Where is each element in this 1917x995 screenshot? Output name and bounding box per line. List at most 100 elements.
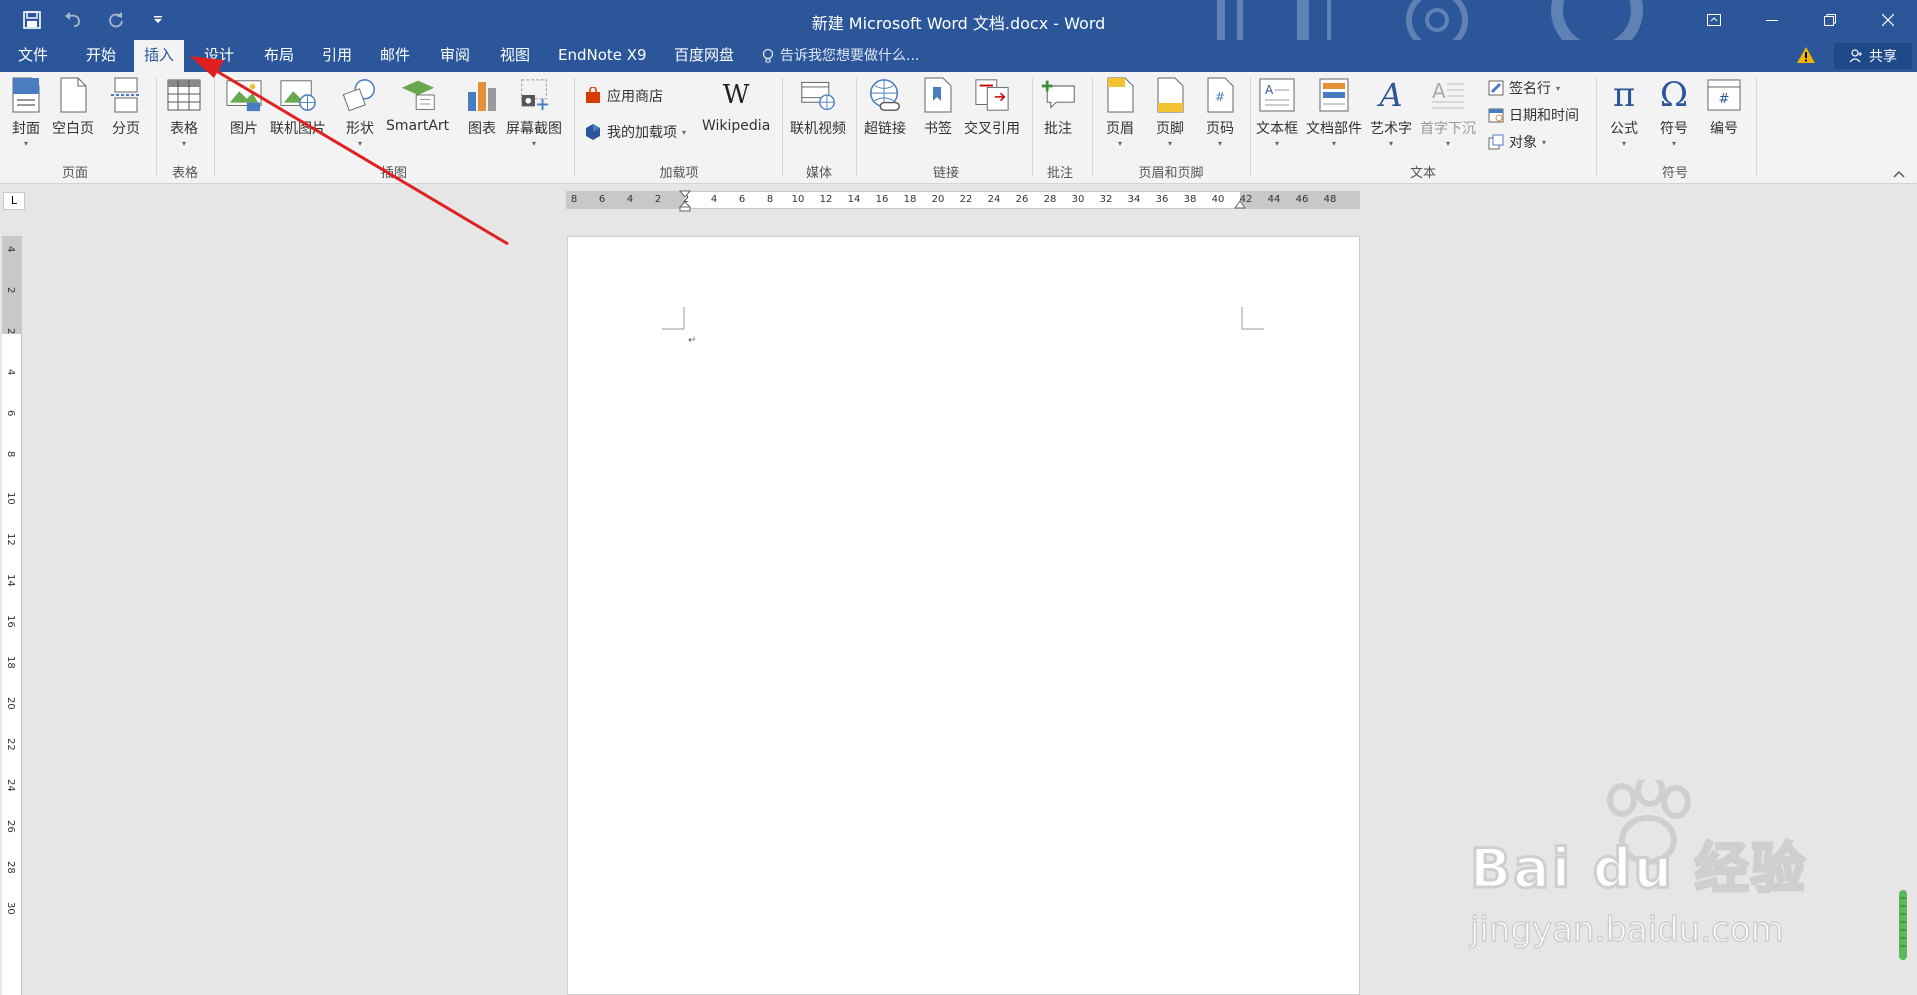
tab-endnote[interactable]: EndNote X9 xyxy=(548,40,657,72)
ruler-tick-label: 26 xyxy=(1015,194,1029,205)
bookmark-icon xyxy=(920,76,956,114)
margin-corner-top-right xyxy=(1241,307,1264,330)
ruler-tick-label: 14 xyxy=(5,574,16,587)
share-button[interactable]: 共享 xyxy=(1834,43,1912,69)
svg-text:#: # xyxy=(1215,90,1225,104)
svg-text:A: A xyxy=(1265,83,1274,97)
smartart-button[interactable]: SmartArt xyxy=(386,76,449,134)
tab-review[interactable]: 审阅 xyxy=(430,40,480,72)
tab-mailings[interactable]: 邮件 xyxy=(370,40,420,72)
tab-layout[interactable]: 布局 xyxy=(254,40,304,72)
numbering-button[interactable]: # 编号 xyxy=(1706,76,1742,138)
ruler-tick-label: 46 xyxy=(1295,194,1309,205)
page-number-icon: # xyxy=(1202,76,1238,114)
ruler-tick-label: 16 xyxy=(5,615,16,628)
signature-line-icon xyxy=(1488,80,1504,96)
ruler-tick-label: 34 xyxy=(1127,194,1141,205)
tell-me-box[interactable]: 告诉我您想要做什么... xyxy=(762,40,919,72)
page-number-label: 页码 xyxy=(1206,121,1234,137)
chart-icon xyxy=(464,76,500,114)
ruler-tick-label: 24 xyxy=(987,194,1001,205)
horizontal-ruler[interactable]: 8 6 4 2 2 4 6 8 10 12 14 16 18 20 22 24 26 28 30 32 34 36 38 40… xyxy=(566,190,1360,212)
document-page[interactable]: ↵ xyxy=(567,236,1360,995)
group-label-symbols: 符号 xyxy=(1661,166,1688,181)
table-icon xyxy=(166,76,202,114)
textbox-label: 文本框 xyxy=(1256,121,1298,137)
footer-button[interactable]: 页脚 ▾ xyxy=(1152,76,1188,148)
textbox-button[interactable]: A 文本框 ▾ xyxy=(1256,76,1298,148)
collapse-ribbon-icon[interactable] xyxy=(1893,166,1905,182)
ruler-tick-label: 38 xyxy=(1183,194,1197,205)
equation-button[interactable]: π 公式 ▾ xyxy=(1606,75,1642,148)
smartart-icon xyxy=(400,76,436,114)
ribbon-insert: 封面 ▾ 空白页 分页 页面 表格 ▾ 表格 图片 联机图片 形状 ▾ SmartAr… xyxy=(0,72,1917,184)
object-button[interactable]: 对象 ▾ xyxy=(1488,132,1546,152)
tab-design[interactable]: 设计 xyxy=(194,40,244,72)
date-time-button[interactable]: 日期和时间 xyxy=(1488,105,1579,125)
ruler-tick-label: 16 xyxy=(875,194,889,205)
restore-icon[interactable] xyxy=(1801,0,1859,40)
number-icon: # xyxy=(1706,76,1742,114)
quick-parts-button[interactable]: 文档部件 ▾ xyxy=(1306,76,1362,148)
comment-button[interactable]: 批注 xyxy=(1040,76,1076,138)
cross-reference-icon xyxy=(974,76,1010,114)
ruler-tick-label: 24 xyxy=(5,779,16,792)
paragraph-mark-icon[interactable]: ↵ xyxy=(688,335,696,346)
ruler-tick-label: 14 xyxy=(847,194,861,205)
online-video-button[interactable]: 联机视频 xyxy=(790,76,846,138)
table-label: 表格 xyxy=(170,121,198,137)
minimize-icon[interactable] xyxy=(1743,0,1801,40)
quick-parts-icon xyxy=(1316,76,1352,114)
tab-insert[interactable]: 插入 xyxy=(134,40,185,72)
wordart-icon: A xyxy=(1379,76,1403,114)
symbol-button[interactable]: Ω 符号 ▾ xyxy=(1656,75,1692,148)
header-button[interactable]: 页眉 ▾ xyxy=(1102,76,1138,148)
tab-home[interactable]: 开始 xyxy=(76,40,126,72)
vertical-ruler[interactable]: 4 2 2 4 6 8 10 12 14 16 18 20 22 24 26 28 30 xyxy=(2,236,22,995)
drop-cap-button[interactable]: A 首字下沉 ▾ xyxy=(1420,76,1476,148)
lightbulb-icon xyxy=(762,48,774,63)
tab-view[interactable]: 视图 xyxy=(490,40,540,72)
chart-button[interactable]: 图表 xyxy=(464,76,500,138)
ruler-tick-label: 20 xyxy=(5,697,16,710)
ruler-tick-label: 4 xyxy=(626,194,634,205)
store-button[interactable]: 应用商店 xyxy=(584,86,663,106)
drop-cap-icon: A xyxy=(1430,76,1466,114)
page-number-button[interactable]: # 页码 ▾ xyxy=(1202,76,1238,148)
scrollbar[interactable] xyxy=(1897,890,1909,960)
cross-reference-button[interactable]: 交叉引用 xyxy=(964,76,1020,138)
ruler-tick-label: 18 xyxy=(903,194,917,205)
ruler-tick-label: 8 xyxy=(5,451,16,458)
tab-selector[interactable]: L xyxy=(3,192,25,210)
ruler-tick-label: 2 xyxy=(5,287,16,294)
object-icon xyxy=(1488,134,1504,150)
page-break-button[interactable]: 分页 xyxy=(108,76,144,138)
date-time-label: 日期和时间 xyxy=(1509,108,1579,124)
hyperlink-button[interactable]: 超链接 xyxy=(864,76,906,138)
wordart-button[interactable]: A 艺术字 ▾ xyxy=(1370,76,1412,148)
indent-marker-icon[interactable] xyxy=(679,190,691,212)
ruler-tick-label: 30 xyxy=(5,902,16,915)
wikipedia-button[interactable]: W Wikipedia xyxy=(702,76,770,134)
ribbon-display-icon[interactable] xyxy=(1685,0,1743,40)
tab-file[interactable]: 文件 xyxy=(8,40,58,72)
table-button[interactable]: 表格 ▾ xyxy=(166,76,202,148)
shapes-button[interactable]: 形状 ▾ xyxy=(342,76,378,148)
ruler-tick-label: 10 xyxy=(5,492,16,505)
cover-page-button[interactable]: 封面 ▾ xyxy=(8,76,44,148)
ruler-tick-label: 40 xyxy=(1211,194,1225,205)
my-addins-button[interactable]: 我的加载项 ▾ xyxy=(584,122,686,142)
bookmark-button[interactable]: 书签 xyxy=(920,76,956,138)
picture-button[interactable]: 图片 xyxy=(226,76,262,138)
signature-line-button[interactable]: 签名行 ▾ xyxy=(1488,78,1560,98)
tab-references[interactable]: 引用 xyxy=(312,40,362,72)
comment-icon xyxy=(1040,76,1076,114)
footer-icon xyxy=(1152,76,1188,114)
online-picture-button[interactable]: 联机图片 xyxy=(270,76,326,138)
tab-baidu-netdisk[interactable]: 百度网盘 xyxy=(664,40,744,72)
blank-page-button[interactable]: 空白页 xyxy=(52,76,94,138)
screenshot-button[interactable]: 屏幕截图 ▾ xyxy=(506,76,562,148)
close-icon[interactable] xyxy=(1859,0,1917,40)
warning-icon[interactable] xyxy=(1796,46,1816,68)
right-indent-marker-icon[interactable] xyxy=(1234,200,1246,210)
